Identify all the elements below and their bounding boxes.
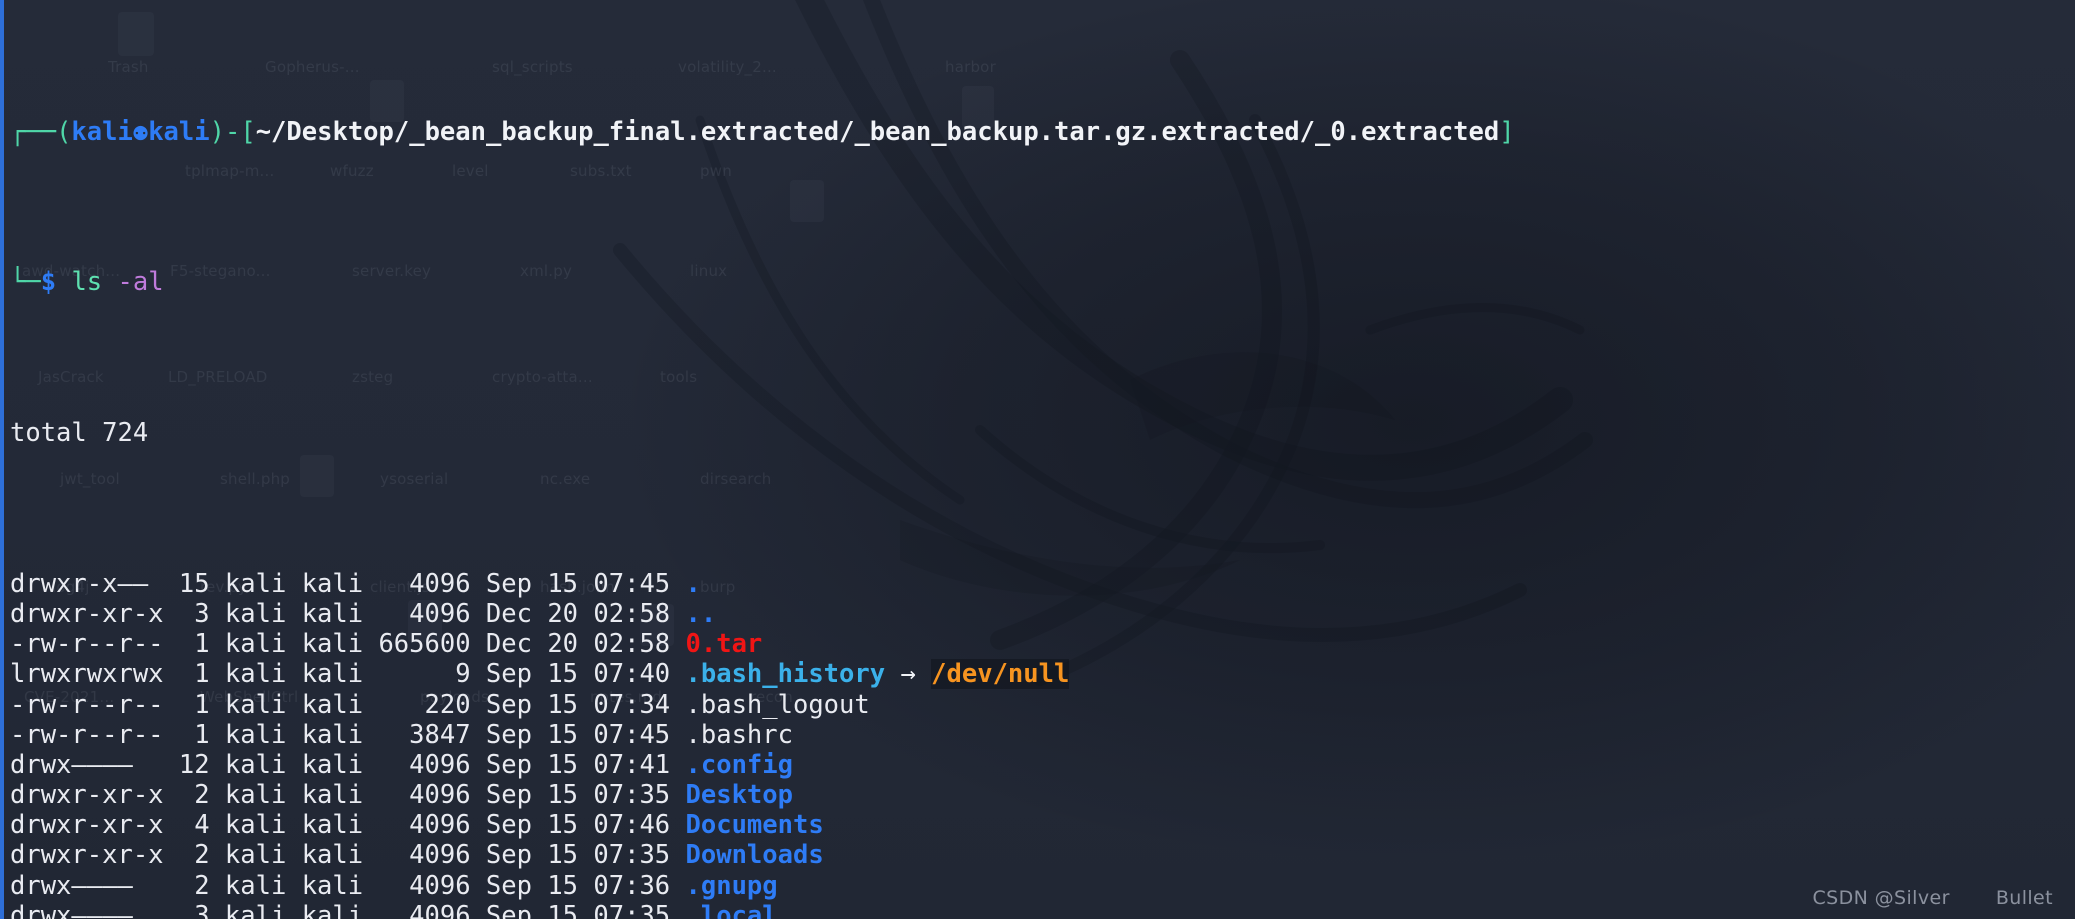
ls-entry-row: lrwxrwxrwx 1 kali kali 9 Sep 15 07:40 .b… — [10, 659, 2075, 690]
ls-entry-name[interactable]: . — [686, 569, 701, 599]
ls-entry-metadata: -rw-r--r-- 1 kali kali 665600 Dec 20 02:… — [10, 629, 686, 660]
prompt-separator-dash: - — [224, 116, 241, 147]
ls-entry-metadata: drwxr-xr-x 2 kali kali 4096 Sep 15 07:35 — [10, 780, 686, 811]
ls-entry-row: drwxr-xr-x 2 kali kali 4096 Sep 15 07:35… — [10, 840, 2075, 870]
ls-entry-name[interactable]: Desktop — [686, 780, 793, 810]
prompt-close-paren: ) — [209, 116, 225, 147]
prompt-corner-art: ┌── — [10, 116, 57, 147]
ls-entry-row: -rw-r--r-- 1 kali kali 220 Sep 15 07:34 … — [10, 690, 2075, 720]
terminal-content-area[interactable]: ┌──(kali⚉kali)-[~/Desktop/_bean_backup_f… — [0, 0, 2075, 919]
ls-entry-metadata: lrwxrwxrwx 1 kali kali 9 Sep 15 07:40 — [10, 659, 686, 690]
prompt-elbow-art: └─ — [10, 267, 41, 298]
ls-entry-name[interactable]: .bash_history — [686, 659, 886, 689]
ls-entry-metadata: -rw-r--r-- 1 kali kali 220 Sep 15 07:34 — [10, 689, 686, 720]
prompt-host: kali — [148, 116, 210, 147]
ls-entry-metadata: drwx———— 2 kali kali 4096 Sep 15 07:36 — [10, 870, 686, 901]
ls-entry-metadata: -rw-r--r-- 1 kali kali 3847 Sep 15 07:45 — [10, 719, 686, 750]
prompt-user: kali — [71, 116, 133, 147]
ls-entry-name[interactable]: 0.tar — [686, 629, 763, 659]
prompt-sigil: $ — [40, 267, 57, 298]
ls-entry-row: drwx———— 12 kali kali 4096 Sep 15 07:41 … — [10, 750, 2075, 780]
prompt-line-2[interactable]: └─$ ls -al — [10, 267, 2075, 297]
ls-entry-name[interactable]: Documents — [686, 810, 824, 840]
terminal-left-accent-bar — [0, 0, 4, 919]
ls-entry-name[interactable]: Downloads — [686, 840, 824, 870]
ls-entry-name[interactable]: .bash_logout — [686, 690, 870, 720]
ls-entry-metadata: drwxr-x—— 15 kali kali 4096 Sep 15 07:45 — [10, 568, 686, 599]
ls-listing: drwxr-x—— 15 kali kali 4096 Sep 15 07:45… — [10, 569, 2075, 919]
prompt-open-bracket: [ — [240, 116, 256, 147]
terminal-window: Trash Gopherus-... sql_scripts volatilit… — [0, 0, 2075, 919]
ls-entry-name[interactable]: .config — [686, 750, 793, 780]
ls-entry-metadata: drwxr-xr-x 3 kali kali 4096 Dec 20 02:58 — [10, 599, 686, 630]
ls-entry-row: drwxr-xr-x 3 kali kali 4096 Dec 20 02:58… — [10, 599, 2075, 629]
ls-entry-name[interactable]: .bashrc — [686, 720, 793, 750]
ls-entry-name[interactable]: .local — [686, 901, 778, 919]
terminal-text[interactable]: ┌──(kali⚉kali)-[~/Desktop/_bean_backup_f… — [10, 0, 2075, 919]
command-name[interactable]: ls — [71, 267, 102, 297]
ls-entry-metadata: drwx———— 3 kali kali 4096 Sep 15 07:35 — [10, 900, 686, 919]
prompt-open-paren: ( — [56, 116, 72, 147]
ls-entry-metadata: drwx———— 12 kali kali 4096 Sep 15 07:41 — [10, 749, 686, 780]
ls-entry-metadata: drwxr-xr-x 2 kali kali 4096 Sep 15 07:35 — [10, 840, 686, 871]
prompt-line-1: ┌──(kali⚉kali)-[~/Desktop/_bean_backup_f… — [10, 117, 2075, 147]
ls-entry-row: drwx———— 2 kali kali 4096 Sep 15 07:36 .… — [10, 871, 2075, 901]
symlink-arrow-icon: → — [885, 659, 932, 690]
ls-entry-name[interactable]: .. — [686, 599, 717, 629]
ls-entry-row: drwxr-xr-x 4 kali kali 4096 Sep 15 07:46… — [10, 810, 2075, 840]
ls-entry-row: drwx———— 3 kali kali 4096 Sep 15 07:35 .… — [10, 901, 2075, 919]
ls-entry-name[interactable]: .gnupg — [686, 871, 778, 901]
prompt-path: ~/Desktop/_bean_backup_final.extracted/_… — [255, 116, 1500, 147]
ls-entry-metadata: drwxr-xr-x 4 kali kali 4096 Sep 15 07:46 — [10, 810, 686, 841]
ls-entry-row: -rw-r--r-- 1 kali kali 665600 Dec 20 02:… — [10, 629, 2075, 659]
ls-entry-row: drwxr-x—— 15 kali kali 4096 Sep 15 07:45… — [10, 569, 2075, 599]
symlink-target[interactable]: /dev/null — [931, 659, 1070, 690]
ls-entry-row: drwxr-xr-x 2 kali kali 4096 Sep 15 07:35… — [10, 780, 2075, 810]
command-arguments[interactable]: -al — [118, 267, 164, 297]
ls-total-line: total 724 — [10, 418, 149, 449]
ls-entry-row: -rw-r--r-- 1 kali kali 3847 Sep 15 07:45… — [10, 720, 2075, 750]
prompt-close-bracket: ] — [1499, 116, 1515, 147]
kali-dragon-icon: ⚉ — [132, 116, 149, 147]
